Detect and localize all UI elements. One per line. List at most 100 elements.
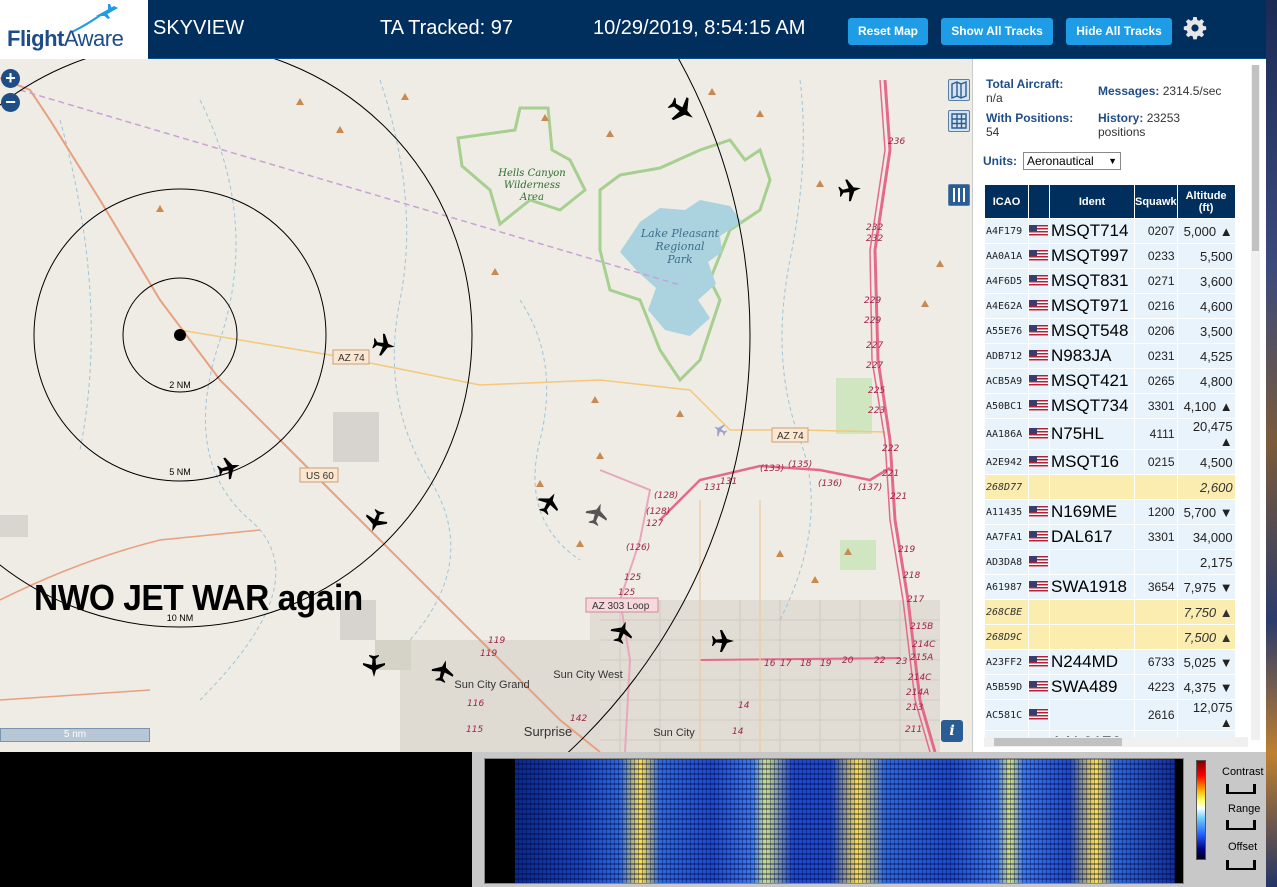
hide-all-tracks-button[interactable]: Hide All Tracks: [1066, 18, 1172, 45]
table-row[interactable]: ADB712 N983JA 0231 4,525: [985, 344, 1235, 368]
flag-cell: [1029, 369, 1049, 393]
table-row[interactable]: A11435 N169ME 1200 5,700 ▼: [985, 500, 1235, 524]
table-row[interactable]: A55E76 MSQT548 0206 3,500: [985, 319, 1235, 343]
waterfall-panel: Contrast Range Offset: [472, 752, 1266, 887]
altitude-cell: 4,525: [1177, 344, 1235, 368]
zoom-in-button[interactable]: +: [1, 69, 20, 88]
ident-cell: SWA489: [1050, 675, 1134, 699]
squawk-cell: 0216: [1135, 294, 1177, 318]
table-row[interactable]: A50BC1 MSQT734 3301 4,100 ▲: [985, 394, 1235, 418]
route-number: 14: [738, 701, 750, 711]
flightaware-logo[interactable]: FlightAware: [0, 0, 148, 59]
table-row[interactable]: 268D9C 7,500 ▲: [985, 625, 1235, 649]
map-canvas[interactable]: Hells Canyon Wilderness Area Lake Pleasa…: [0, 59, 972, 752]
table-row[interactable]: A4F6D5 MSQT831 0271 3,600: [985, 269, 1235, 293]
vertical-scrollbar[interactable]: [1251, 65, 1260, 740]
table-row[interactable]: A4F179 MSQT714 0207 5,000 ▲: [985, 219, 1235, 243]
flag-column-header[interactable]: [1029, 185, 1049, 218]
stat-unit: positions: [1098, 125, 1146, 139]
squawk-cell: 0231: [1135, 344, 1177, 368]
route-number: 213: [906, 703, 923, 713]
flag-cell: [1029, 600, 1049, 624]
squawk-cell: [1135, 475, 1177, 499]
aircraft-marker[interactable]: [361, 506, 391, 536]
contrast-label: Contrast: [1222, 766, 1264, 778]
scrollbar-thumb[interactable]: [994, 738, 1122, 746]
aircraft-marker[interactable]: [663, 91, 701, 129]
table-row[interactable]: AA0A1A MSQT997 0233 5,500: [985, 244, 1235, 268]
route-number: 127: [646, 519, 663, 529]
route-number: 23: [896, 657, 908, 667]
table-row[interactable]: ACB5A9 MSQT421 0265 4,800: [985, 369, 1235, 393]
zoom-out-button[interactable]: −: [1, 93, 20, 112]
aircraft-table-container[interactable]: ICAO Ident Squawk Altitude (ft) A4F179 MSQT7…: [984, 184, 1248, 737]
ident-cell: MSQT831: [1050, 269, 1134, 293]
contrast-slider[interactable]: [1226, 782, 1256, 794]
icao-cell: A4F179: [985, 219, 1028, 243]
aircraft-marker-selected[interactable]: [582, 499, 612, 529]
road-label: US 60: [306, 471, 334, 482]
us-flag-icon: [1029, 456, 1048, 468]
squawk-cell: 3301: [1135, 525, 1177, 549]
range-slider[interactable]: [1226, 818, 1256, 830]
table-row[interactable]: A2E942 MSQT16 0215 4,500: [985, 450, 1235, 474]
ident-cell: [1050, 700, 1134, 730]
altitude-cell: 3,500: [1177, 319, 1235, 343]
route-number: 218: [903, 571, 920, 581]
altitude-cell: 5,000 ▲: [1177, 219, 1235, 243]
table-row[interactable]: AD3DA8 2,175: [985, 550, 1235, 574]
ident-cell: N169ME: [1050, 500, 1134, 524]
icao-cell: AD3DA8: [985, 550, 1028, 574]
altitude-cell: 4,100 ▲: [1177, 394, 1235, 418]
offset-slider[interactable]: [1226, 858, 1256, 870]
show-all-tracks-button[interactable]: Show All Tracks: [941, 18, 1053, 45]
route-number: 116: [467, 699, 484, 709]
flag-cell: [1029, 344, 1049, 368]
aircraft-marker-faded[interactable]: [710, 420, 730, 440]
route-number: 18: [800, 659, 812, 669]
squawk-cell: 0265: [1135, 369, 1177, 393]
ident-cell: [1050, 550, 1134, 574]
aircraft-marker[interactable]: [371, 332, 397, 358]
horizontal-scrollbar[interactable]: [984, 737, 1248, 747]
scrollbar-thumb[interactable]: [1252, 65, 1259, 251]
aircraft-marker[interactable]: [837, 177, 863, 203]
icao-cell: A4E62A: [985, 294, 1028, 318]
units-select[interactable]: Aeronautical: [1023, 152, 1121, 170]
table-row[interactable]: AC581C 2616 12,075 ▲: [985, 700, 1235, 730]
route-number: 221: [882, 469, 899, 479]
table-row[interactable]: AA186A N75HL 4111 20,475 ▲: [985, 419, 1235, 449]
table-row[interactable]: AA7FA1 DAL617 3301 34,000: [985, 525, 1235, 549]
gear-icon[interactable]: [1183, 16, 1207, 40]
map-view[interactable]: Hells Canyon Wilderness Area Lake Pleasa…: [0, 59, 972, 752]
ident-cell: MSQT421: [1050, 369, 1134, 393]
table-row[interactable]: A5B59D SWA489 4223 4,375 ▼: [985, 675, 1235, 699]
icao-column-header[interactable]: ICAO: [985, 185, 1028, 218]
ident-column-header[interactable]: Ident: [1050, 185, 1134, 218]
route-number: 229: [864, 296, 881, 306]
altitude-column-header[interactable]: Altitude (ft): [1177, 185, 1235, 218]
aircraft-marker[interactable]: [533, 487, 565, 519]
altitude-cell: 3,600: [1177, 269, 1235, 293]
map-layers-button[interactable]: [948, 79, 970, 101]
toggle-sidebar-button[interactable]: [948, 184, 970, 206]
route-number: 214C: [912, 640, 936, 650]
info-button[interactable]: i: [941, 720, 963, 742]
flag-cell: [1029, 700, 1049, 730]
map-grid-button[interactable]: [948, 110, 970, 132]
table-row[interactable]: A23FF2 N244MD 6733 5,025 ▼: [985, 650, 1235, 674]
aircraft-marker[interactable]: [215, 454, 243, 482]
reset-map-button[interactable]: Reset Map: [848, 18, 928, 45]
table-row[interactable]: 268D77 2,600: [985, 475, 1235, 499]
table-row[interactable]: A4E62A MSQT971 0216 4,600: [985, 294, 1235, 318]
squawk-cell: [1135, 625, 1177, 649]
squawk-column-header[interactable]: Squawk: [1135, 185, 1177, 218]
ident-cell: N244MD: [1050, 650, 1134, 674]
flag-cell: [1029, 394, 1049, 418]
ident-cell: N983JA: [1050, 344, 1134, 368]
table-row[interactable]: A61987 SWA1918 3654 7,975 ▼: [985, 575, 1235, 599]
place-label: Sun City West: [553, 669, 623, 681]
us-flag-icon: [1029, 581, 1048, 593]
icao-cell: AA7FA1: [985, 525, 1028, 549]
table-row[interactable]: 268CBE 7,750 ▲: [985, 600, 1235, 624]
